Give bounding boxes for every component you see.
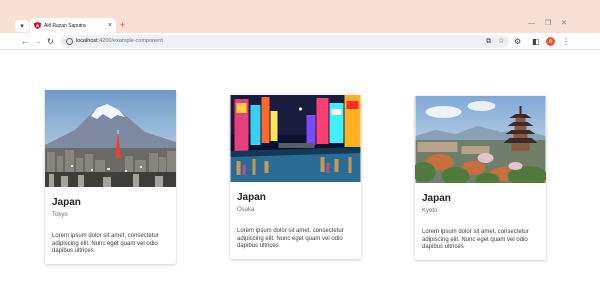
card-tokyo: Japan Tokyo Lorem ipsum dolor sit amet, … [45,90,176,264]
browser-tab-strip: ▾ Alif Razan Saputra × + — ❐ ✕ [0,0,600,33]
install-app-icon[interactable]: ⧉ [486,37,491,46]
address-bar[interactable]: localhost:4200/example-component ⧉ ☆ [61,35,509,48]
kyoto-pagoda-image [415,96,546,183]
card-kyoto: Japan Kyoto Lorem ipsum dolor sit amet, … [415,96,546,260]
card-description: Lorem ipsum dolor sit amet, consectetur … [422,229,529,250]
card-description: Lorem ipsum dolor sit amet, consectetur … [52,233,159,254]
side-panel-icon[interactable]: ◧ [532,37,540,46]
angular-logo-icon [34,22,41,29]
new-tab-icon[interactable]: + [120,20,125,30]
tab-close-icon[interactable]: × [108,22,112,29]
profile-avatar[interactable]: A [546,37,555,46]
browser-menu-icon[interactable]: ⋮ [562,37,570,46]
card-subtitle: Kyoto [422,208,438,214]
extensions-icon[interactable]: ⚙ [514,37,521,46]
card-osaka: Japan Osaka Lorem ipsum dolor sit amet, … [230,95,361,259]
card-title: Japan [52,197,81,208]
url-text[interactable]: localhost:4200/example-component [76,38,163,45]
card-title: Japan [237,192,266,203]
card-body: Japan Tokyo Lorem ipsum dolor sit amet, … [45,187,176,264]
card-description: Lorem ipsum dolor sit amet, consectetur … [237,228,344,249]
reload-icon[interactable]: ↻ [47,37,54,46]
url-host: localhost [76,38,98,44]
tab-search-icon[interactable]: ▾ [15,20,29,32]
close-window-icon[interactable]: ✕ [561,20,567,28]
bookmark-star-icon[interactable]: ☆ [498,37,504,46]
mount-fuji-image [45,90,176,187]
browser-toolbar: ← → ↻ localhost:4200/example-component ⧉… [0,33,600,50]
card-title: Japan [422,193,451,204]
restore-icon[interactable]: ❐ [545,20,551,28]
minimize-icon[interactable]: — [528,20,535,28]
tab-title: Alif Razan Saputra [44,22,86,29]
forward-icon[interactable]: → [34,37,42,46]
url-path: :4200/example-component [97,38,163,44]
card-subtitle: Tokyo [52,212,68,218]
back-icon[interactable]: ← [21,37,29,46]
card-subtitle: Osaka [237,207,255,213]
site-info-icon[interactable] [66,38,73,45]
active-tab[interactable]: Alif Razan Saputra × [30,18,116,33]
card-body: Japan Osaka Lorem ipsum dolor sit amet, … [230,182,361,259]
osaka-dotonbori-image [230,95,361,182]
card-body: Japan Kyoto Lorem ipsum dolor sit amet, … [415,183,546,260]
